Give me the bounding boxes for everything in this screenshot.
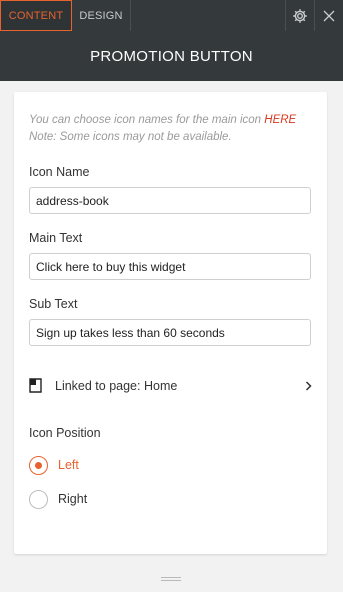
- icon-name-label: Icon Name: [29, 165, 90, 179]
- sub-text-input[interactable]: [29, 319, 311, 346]
- top-tab-bar: CONTENT DESIGN: [0, 0, 343, 31]
- icon-position-label: Icon Position: [29, 426, 101, 440]
- icon-name-group: Icon Name: [29, 165, 312, 214]
- tab-design[interactable]: DESIGN: [72, 0, 131, 31]
- tab-bar-spacer: [131, 0, 285, 31]
- radio-right[interactable]: [29, 489, 48, 509]
- main-text-group: Main Text: [29, 231, 312, 280]
- close-icon: [323, 10, 335, 22]
- settings-button[interactable]: [285, 0, 314, 31]
- gear-icon: [292, 8, 308, 24]
- radio-left[interactable]: [29, 455, 48, 475]
- resize-grip[interactable]: [161, 577, 181, 583]
- radio-right-label: Right: [58, 492, 88, 506]
- panel-header: PROMOTION BUTTON: [0, 31, 343, 81]
- settings-card: You can choose icon names for the main i…: [14, 92, 327, 554]
- tab-content[interactable]: CONTENT: [0, 0, 72, 31]
- icon-hint: You can choose icon names for the main i…: [29, 112, 312, 146]
- radio-left-label: Left: [58, 458, 79, 472]
- radio-option-left[interactable]: Left: [29, 454, 312, 476]
- hint-line-1: You can choose icon names for the main i…: [29, 112, 312, 129]
- page-icon: [29, 378, 43, 394]
- linked-page-label: Linked to page: Home: [55, 379, 178, 393]
- icon-name-input[interactable]: [29, 187, 311, 214]
- hint-text: You can choose icon names for the main i…: [29, 114, 262, 126]
- chevron-right-icon: [302, 381, 312, 391]
- main-text-input[interactable]: [29, 253, 311, 280]
- panel-title: PROMOTION BUTTON: [90, 47, 253, 65]
- close-button[interactable]: [314, 0, 343, 31]
- radio-option-right[interactable]: Right: [29, 488, 312, 510]
- icons-link[interactable]: HERE: [264, 114, 296, 126]
- hint-line-2: Note: Some icons may not be available.: [29, 131, 232, 143]
- linked-page-row[interactable]: Linked to page: Home: [29, 374, 312, 398]
- main-text-label: Main Text: [29, 231, 83, 245]
- sub-text-label: Sub Text: [29, 297, 78, 311]
- sub-text-group: Sub Text: [29, 297, 312, 346]
